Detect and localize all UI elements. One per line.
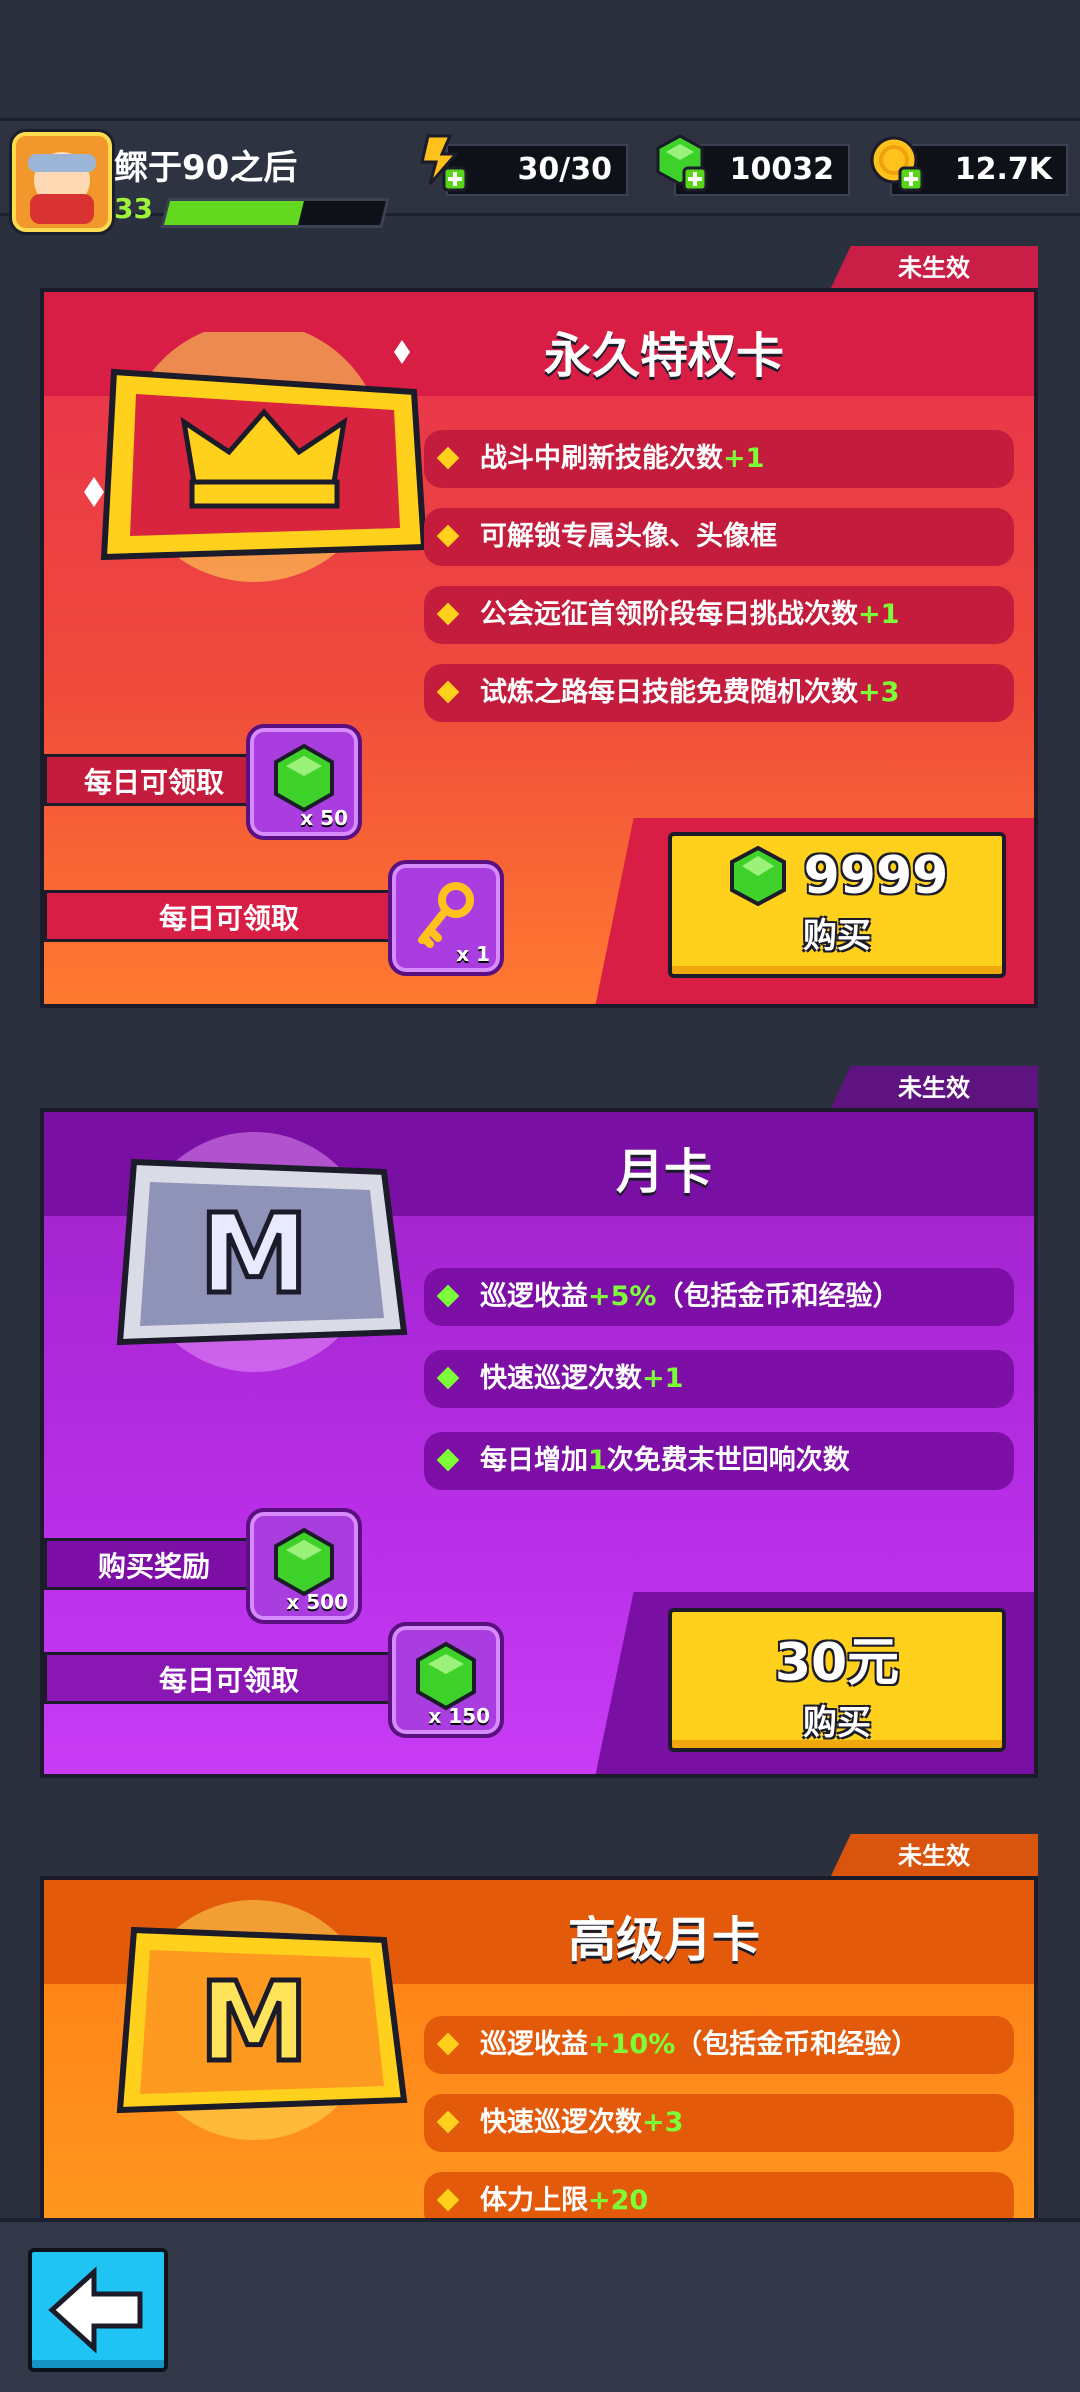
premium-monthly-card: 未生效 高级月卡 M 巡逻收益+10%（包括金币和经验） 快速巡逻次数+3 体力… [40, 1834, 1038, 2218]
diamond-bullet-icon [436, 2188, 460, 2212]
card-title: 永久特权卡 [543, 328, 784, 384]
reward-qty: x 50 [300, 806, 348, 830]
reward-slot[interactable]: x 50 [246, 724, 362, 840]
diamond-bullet-icon [436, 2032, 460, 2056]
green-gem-plus-icon[interactable] [650, 132, 712, 194]
xp-bar-fill [164, 201, 304, 225]
player-name: 鳏于90之后 [114, 148, 298, 188]
diamond-bullet-icon [436, 2110, 460, 2134]
reward-qty: x 500 [286, 1590, 348, 1614]
price-label: 30元 [774, 1633, 900, 1693]
diamond-bullet-icon [436, 446, 460, 470]
diamond-bullet-icon [436, 680, 460, 704]
svg-text:M: M [199, 1958, 308, 2086]
reward-qty: x 1 [456, 942, 490, 966]
perk-item: 试炼之路每日技能免费随机次数+3 [424, 664, 1014, 722]
card-body: 月卡 M 巡逻收益+5%（包括金币和经验） 快速巡逻次数+1 每日增加1次免费末… [40, 1108, 1038, 1778]
energy-counter: 30/30 [446, 144, 628, 196]
perk-item: 公会远征首领阶段每日挑战次数+1 [424, 586, 1014, 644]
reward-slot[interactable]: x 500 [246, 1508, 362, 1624]
reward-label: 每日可领取 [44, 1652, 414, 1704]
permanent-privilege-card: 未生效 永久特权卡 战斗中刷新技能次数+1 可解锁专属头像、头像框 公会远征首领… [40, 246, 1038, 1020]
reward-qty: x 150 [428, 1704, 490, 1728]
diamond-bullet-icon [436, 602, 460, 626]
reward-label: 购买奖励 [44, 1538, 264, 1590]
perk-item: 体力上限+20 [424, 2172, 1014, 2218]
energy-value: 30/30 [517, 152, 612, 187]
status-badge: 未生效 [830, 1066, 1038, 1110]
crown-card-icon [84, 332, 428, 582]
back-button[interactable] [28, 2248, 168, 2372]
reward-slot[interactable]: x 150 [388, 1622, 504, 1738]
card-body: 高级月卡 M 巡逻收益+10%（包括金币和经验） 快速巡逻次数+3 体力上限+2… [40, 1876, 1038, 2218]
card-title: 高级月卡 [567, 1912, 760, 1968]
back-arrow-icon [48, 2266, 143, 2354]
status-badge: 未生效 [830, 246, 1038, 290]
card-body: 永久特权卡 战斗中刷新技能次数+1 可解锁专属头像、头像框 公会远征首领阶段每日… [40, 288, 1038, 1008]
xp-bar [160, 198, 390, 228]
green-gem-icon [729, 845, 786, 907]
lightning-plus-icon[interactable] [410, 132, 472, 194]
avatar-goggles [28, 154, 96, 172]
reward-slot[interactable]: x 1 [388, 860, 504, 976]
gold-coin-plus-icon[interactable] [866, 132, 928, 194]
player-level: 33 [114, 192, 153, 225]
perk-item: 战斗中刷新技能次数+1 [424, 430, 1014, 488]
diamond-bullet-icon [436, 1366, 460, 1390]
avatar-scarf [30, 194, 94, 224]
perk-item: 每日增加1次免费末世回响次数 [424, 1432, 1014, 1490]
buy-button[interactable]: 30元 购买 [668, 1608, 1006, 1752]
gold-m-card-icon: M [116, 1900, 408, 2140]
status-badge: 未生效 [830, 1834, 1038, 1878]
diamond-bullet-icon [436, 524, 460, 548]
perk-item: 巡逻收益+10%（包括金币和经验） [424, 2016, 1014, 2074]
perk-item: 快速巡逻次数+1 [424, 1350, 1014, 1408]
svg-text:M: M [199, 1190, 308, 1318]
buy-button[interactable]: 9999 购买 [668, 832, 1006, 978]
gold-value: 12.7K [954, 152, 1052, 187]
gem-value: 10032 [729, 152, 834, 187]
buy-label: 购买 [803, 916, 871, 956]
perk-item: 可解锁专属头像、头像框 [424, 508, 1014, 566]
buy-label: 购买 [803, 1703, 871, 1743]
reward-label: 每日可领取 [44, 754, 264, 806]
perk-item: 快速巡逻次数+3 [424, 2094, 1014, 2152]
reward-label: 每日可领取 [44, 890, 414, 942]
diamond-bullet-icon [436, 1448, 460, 1472]
price-label: 9999 [803, 846, 949, 906]
diamond-bullet-icon [436, 1284, 460, 1308]
card-title: 月卡 [615, 1144, 712, 1200]
perk-item: 巡逻收益+5%（包括金币和经验） [424, 1268, 1014, 1326]
player-avatar[interactable] [12, 132, 112, 232]
silver-m-card-icon: M [116, 1132, 408, 1372]
monthly-card: 未生效 月卡 M 巡逻收益+5%（包括金币和经验） 快速巡逻次数+1 每日增加1… [40, 1066, 1038, 1786]
